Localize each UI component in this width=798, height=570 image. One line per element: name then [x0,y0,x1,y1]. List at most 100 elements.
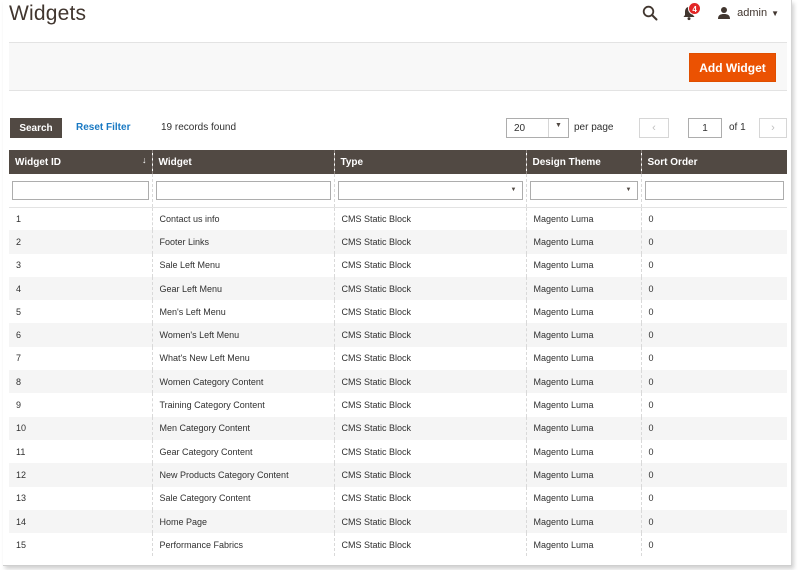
widget-id-cell: 7 [9,346,152,371]
type-cell: CMS Static Block [333,463,526,487]
table-row[interactable]: 2 Footer Links CMS Static Block Magento Lum… [9,230,787,254]
table-row[interactable]: 9 Training Category Content CMS Static Blo… [9,393,787,417]
user-menu-name[interactable]: admin [737,7,767,19]
sort-order-cell: 0 [640,253,787,277]
sort-order-cell: 0 [640,323,787,347]
type-cell: CMS Static Block [333,230,526,254]
widget-title-cell: Performance Fabrics [151,533,334,557]
type-cell: CMS Static Block [333,416,526,440]
type-cell: CMS Static Block [333,346,526,371]
sort-order-cell: 0 [640,370,787,394]
type-cell: CMS Static Block [333,253,526,277]
widget-id-cell: 2 [9,230,152,254]
column-header-widget[interactable]: Widget [151,150,334,174]
widget-id-cell: 13 [9,486,152,510]
table-row[interactable]: 10 Men Category Content CMS Static Block Ma… [9,416,787,440]
type-cell: CMS Static Block [333,370,526,394]
type-cell: CMS Static Block [333,276,526,301]
widget-title-cell: Gear Left Menu [151,276,334,301]
design-theme-cell: Magento Luma [525,486,641,510]
grid-toolbar: Search Reset Filter 19 records found 20 … [9,117,787,139]
filter-cell: ▼ [525,174,641,208]
user-icon[interactable] [716,5,732,21]
widget-title-cell: Home Page [151,509,334,534]
table-row[interactable]: 13 Sale Category Content CMS Static Block M… [9,486,787,510]
previous-page-button[interactable]: ‹ [639,118,669,138]
table-row[interactable]: 11 Gear Category Content CMS Static Block M… [9,439,787,464]
table-row[interactable]: 15 Performance Fabrics CMS Static Block Mag… [9,533,787,557]
table-row[interactable]: 8 Women Category Content CMS Static Block M… [9,370,787,394]
widget-id-cell: 9 [9,393,152,417]
design-theme-cell: Magento Luma [525,253,641,277]
table-row[interactable]: 14 Home Page CMS Static Block Magento Luma 0 [9,509,787,534]
widget-id-filter-input[interactable] [12,180,149,200]
current-page-input[interactable] [688,118,722,138]
widget-id-cell: 1 [9,207,152,231]
search-button[interactable]: Search [10,118,62,138]
filter-cell: ▼ [333,174,526,208]
type-filter-select[interactable]: ▼ [337,180,523,200]
widget-title-cell: Men Category Content [151,416,334,440]
sort-order-cell: 0 [640,463,787,487]
type-cell: CMS Static Block [333,207,526,231]
widget-title-cell: Women's Left Menu [151,323,334,347]
type-cell: CMS Static Block [333,439,526,464]
type-cell: CMS Static Block [333,486,526,510]
notification-count-badge: 4 [688,2,702,15]
widget-id-cell: 8 [9,370,152,394]
widget-id-cell: 15 [9,533,152,557]
table-row[interactable]: 5 Men's Left Menu CMS Static Block Magento … [9,300,787,324]
column-header-design-theme[interactable]: Design Theme [525,150,641,174]
widget-id-cell: 3 [9,253,152,277]
chevron-down-icon: ▼ [510,186,517,193]
table-row[interactable]: 3 Sale Left Menu CMS Static Block Magento L… [9,253,787,277]
sort-arrow-icon: ↓ [142,155,147,165]
column-header-widget-id[interactable]: Widget ID ↓ [9,150,152,174]
filter-row: ▼ ▼ [9,174,787,208]
add-widget-button[interactable]: Add Widget [689,53,776,82]
type-cell: CMS Static Block [333,300,526,324]
caret-down-icon[interactable]: ▼ [771,9,779,18]
page-size-select[interactable]: 20 ▼ [506,118,569,138]
widget-id-cell: 10 [9,416,152,440]
sort-order-cell: 0 [640,346,787,371]
design-theme-cell: Magento Luma [525,230,641,254]
design-theme-cell: Magento Luma [525,416,641,440]
widget-title-cell: Sale Left Menu [151,253,334,277]
widgets-grid: Widget ID ↓ Widget Type Design Theme Sort… [9,150,787,557]
reset-filter-link[interactable]: Reset Filter [76,122,130,133]
design-theme-cell: Magento Luma [525,370,641,394]
widget-id-cell: 14 [9,509,152,534]
chevron-down-icon: ▼ [555,122,562,129]
widget-id-cell: 12 [9,463,152,487]
table-row[interactable]: 1 Contact us info CMS Static Block Magento … [9,207,787,231]
widget-id-cell: 11 [9,439,152,464]
widget-title-filter-input[interactable] [155,180,331,200]
design-theme-filter-select[interactable]: ▼ [529,180,638,200]
column-header-sort-order[interactable]: Sort Order [640,150,787,174]
design-theme-cell: Magento Luma [525,393,641,417]
table-row[interactable]: 4 Gear Left Menu CMS Static Block Magento L… [9,276,787,301]
filter-cell [640,174,787,208]
filter-cell [151,174,334,208]
notifications-button[interactable]: 4 [679,2,702,23]
widget-title-cell: New Products Category Content [151,463,334,487]
design-theme-cell: Magento Luma [525,300,641,324]
table-row[interactable]: 7 What's New Left Menu CMS Static Block Mag… [9,346,787,371]
type-cell: CMS Static Block [333,393,526,417]
header-actions: 4 admin ▼ [640,2,779,23]
page-total-label: of 1 [729,122,746,133]
sort-order-cell: 0 [640,439,787,464]
design-theme-cell: Magento Luma [525,323,641,347]
search-icon[interactable] [640,3,660,23]
table-row[interactable]: 6 Women's Left Menu CMS Static Block Magent… [9,323,787,347]
table-header-row: Widget ID ↓ Widget Type Design Theme Sort… [9,150,787,174]
sort-order-filter-input[interactable] [644,180,784,200]
column-header-type[interactable]: Type [333,150,526,174]
sort-order-cell: 0 [640,300,787,324]
page-actions-bar: Add Widget [9,42,787,91]
table-row[interactable]: 12 New Products Category Content CMS Stati… [9,463,787,487]
next-page-button[interactable]: › [759,118,787,138]
widget-title-cell: Women Category Content [151,370,334,394]
page-size-dropdown-toggle[interactable]: ▼ [548,119,568,137]
